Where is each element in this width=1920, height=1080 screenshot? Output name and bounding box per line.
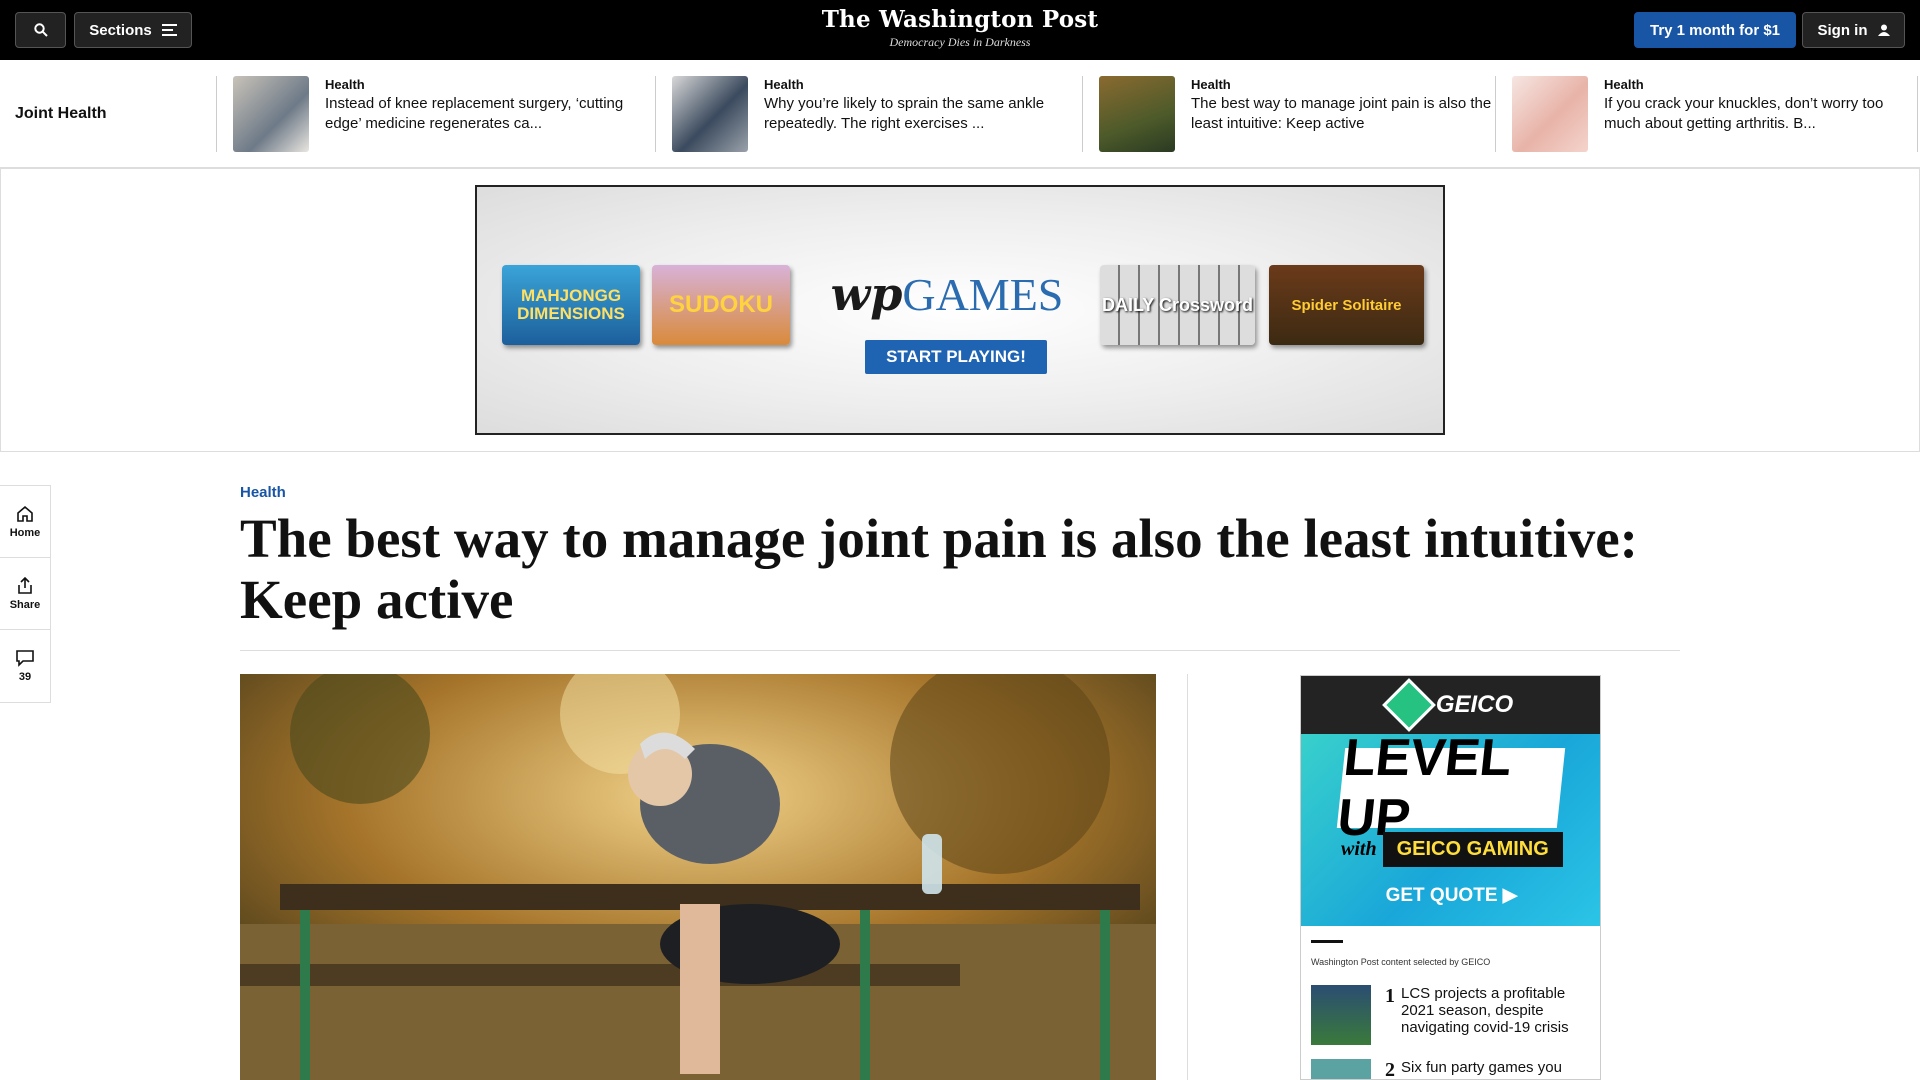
- geico-ad-creative[interactable]: GEICO LEVEL UP with GEICO GAMING GET QUO…: [1301, 676, 1600, 926]
- user-icon: [1877, 24, 1890, 36]
- wp-logo-mark: wp: [830, 267, 903, 321]
- site-tagline: Democracy Dies in Darkness: [889, 35, 1031, 49]
- list-item-thumbnail[interactable]: [1311, 1059, 1371, 1079]
- list-item-title[interactable]: LCS projects a profitable 2021 season, d…: [1401, 985, 1571, 1045]
- geico-brand-bar: GEICO: [1301, 676, 1600, 734]
- sign-in-label: Sign in: [1817, 21, 1868, 39]
- joint-health-strip: Joint Health Health Instead of knee repl…: [0, 60, 1920, 168]
- top-navigation-bar: Sections The Washington Post Democracy D…: [0, 0, 1920, 60]
- home-button[interactable]: Home: [0, 486, 50, 558]
- subscribe-label: Try 1 month for $1: [1649, 21, 1781, 39]
- subscribe-button[interactable]: Try 1 month for $1: [1634, 12, 1796, 48]
- column-divider: [1187, 674, 1188, 1080]
- hero-photo-illustration: [240, 674, 1156, 1080]
- strip-divider: [1917, 76, 1918, 152]
- search-button[interactable]: [15, 12, 66, 48]
- list-item[interactable]: 2 Six fun party games you: [1311, 1059, 1590, 1080]
- wp-games-ad[interactable]: MAHJONGG DIMENSIONS SUDOKU wpGAMES START…: [475, 185, 1445, 435]
- strip-divider: [216, 76, 217, 152]
- strip-item[interactable]: Health If you crack your knuckles, don’t…: [1512, 76, 1904, 152]
- menu-icon: [161, 24, 177, 36]
- strip-thumbnail[interactable]: [233, 76, 309, 152]
- strip-thumbnail[interactable]: [1512, 76, 1588, 152]
- list-item-number: 1: [1385, 985, 1395, 1007]
- sudoku-tile[interactable]: SUDOKU: [652, 265, 790, 345]
- sponsored-label: Washington Post content selected by GEIC…: [1311, 957, 1491, 967]
- wp-games-logo: wpGAMES: [822, 267, 1072, 321]
- list-item-title[interactable]: Six fun party games you: [1401, 1059, 1571, 1079]
- share-icon: [18, 576, 32, 594]
- spider-solitaire-tile[interactable]: Spider Solitaire: [1269, 265, 1424, 345]
- left-action-rail: Home Share 39: [0, 485, 51, 703]
- search-icon: [33, 23, 48, 37]
- share-button[interactable]: Share: [0, 558, 50, 630]
- strip-item-kicker: Health: [1191, 77, 1231, 92]
- geico-brand: GEICO: [1435, 691, 1514, 718]
- list-item-thumbnail[interactable]: [1311, 985, 1371, 1045]
- mahjongg-tile[interactable]: MAHJONGG DIMENSIONS: [502, 265, 640, 345]
- strip-item-headline[interactable]: The best way to manage joint pain is als…: [1191, 94, 1511, 134]
- strip-divider: [1082, 76, 1083, 152]
- strip-item[interactable]: Health The best way to manage joint pain…: [1099, 76, 1511, 152]
- with-geico-gaming: with GEICO GAMING: [1341, 832, 1563, 867]
- site-logo[interactable]: The Washington Post: [760, 6, 1160, 33]
- geico-content-list: Washington Post content selected by GEIC…: [1301, 926, 1600, 1080]
- geico-logo-icon: [1381, 678, 1436, 732]
- strip-divider: [655, 76, 656, 152]
- strip-item-kicker: Health: [325, 77, 365, 92]
- article-kicker[interactable]: Health: [240, 484, 286, 501]
- get-quote-button[interactable]: GET QUOTE ▶: [1301, 884, 1600, 907]
- comments-button[interactable]: 39: [0, 630, 50, 702]
- strip-item-headline[interactable]: Instead of knee replacement surgery, ‘cu…: [325, 94, 645, 134]
- with-text: with: [1341, 838, 1377, 860]
- level-up-text: LEVEL UP: [1335, 729, 1566, 847]
- strip-item[interactable]: Health Instead of knee replacement surge…: [233, 76, 645, 152]
- comments-count: 39: [18, 671, 32, 683]
- strip-item-kicker: Health: [764, 77, 804, 92]
- strip-divider: [1495, 76, 1496, 152]
- comment-icon: [16, 650, 34, 667]
- geico-ad[interactable]: GEICO LEVEL UP with GEICO GAMING GET QUO…: [1300, 675, 1601, 1080]
- strip-item-headline[interactable]: Why you’re likely to sprain the same ank…: [764, 94, 1084, 134]
- sign-in-button[interactable]: Sign in: [1802, 12, 1905, 48]
- games-word: GAMES: [902, 269, 1064, 320]
- strip-thumbnail[interactable]: [672, 76, 748, 152]
- home-label: Home: [9, 526, 41, 539]
- sections-label: Sections: [89, 21, 152, 39]
- strip-item-headline[interactable]: If you crack your knuckles, don’t worry …: [1604, 94, 1904, 134]
- list-item-number: 2: [1385, 1059, 1395, 1080]
- headline-divider: [240, 650, 1680, 651]
- article-headline: The best way to manage joint pain is als…: [240, 508, 1638, 630]
- strip-item-kicker: Health: [1604, 77, 1644, 92]
- start-playing-button[interactable]: START PLAYING!: [865, 340, 1047, 374]
- hero-image: [240, 674, 1156, 1080]
- geico-gaming-text: GEICO GAMING: [1382, 832, 1563, 867]
- list-item[interactable]: 1 LCS projects a profitable 2021 season,…: [1311, 985, 1590, 1045]
- share-label: Share: [9, 598, 41, 611]
- sections-button[interactable]: Sections: [74, 12, 192, 48]
- crossword-tile[interactable]: DAILY Crossword: [1100, 265, 1255, 345]
- section-rule: [1311, 940, 1343, 943]
- home-icon: [17, 505, 33, 522]
- strip-title[interactable]: Joint Health: [15, 105, 107, 123]
- masthead[interactable]: The Washington Post Democracy Dies in Da…: [760, 6, 1160, 50]
- strip-item[interactable]: Health Why you’re likely to sprain the s…: [672, 76, 1084, 152]
- strip-thumbnail[interactable]: [1099, 76, 1175, 152]
